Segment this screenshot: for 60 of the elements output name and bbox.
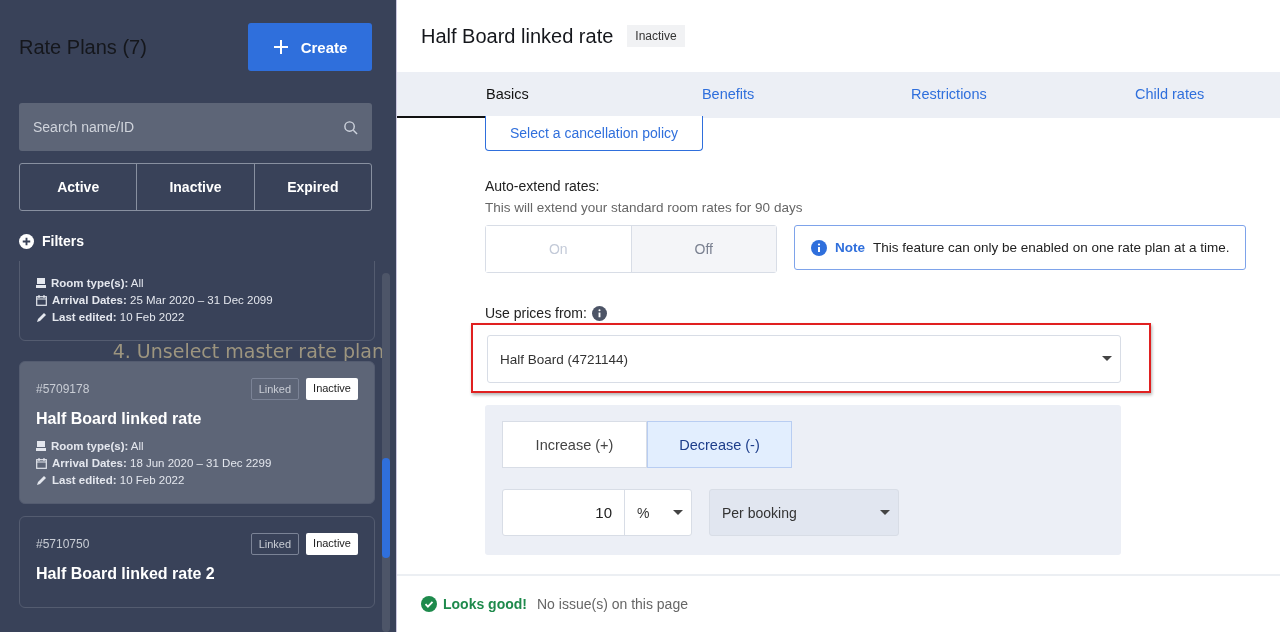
field-description: This will extend your standard room rates for 90 days [485, 200, 804, 215]
per-select[interactable]: Per booking [709, 489, 899, 536]
caret-icon [1102, 356, 1112, 362]
filters-link[interactable]: Filters [42, 233, 84, 249]
rate-plan-card[interactable]: #5710750 Linked Inactive Half Board linked rate 2 [19, 516, 375, 608]
search-field[interactable]: Search name/ID [19, 103, 372, 151]
detail-text: Last edited: 10 Feb 2022 [52, 474, 185, 486]
field-label: Auto-extend rates: [485, 178, 601, 194]
info-icon [811, 239, 827, 256]
plus-circle-icon [19, 233, 34, 249]
rate-plan-title: Half Board linked rate [36, 410, 203, 428]
sidebar-title: Rate Plans (7) [19, 35, 147, 59]
status-badge: Inactive [627, 25, 685, 47]
rate-plan-id: #5709178 [36, 382, 90, 396]
field-label: Use prices from: [485, 305, 587, 321]
cancellation-policy-button[interactable]: Select a cancellation policy [485, 116, 703, 151]
page-title: Half Board linked rate [421, 24, 614, 48]
detail-text: Arrival Dates: 25 Mar 2020 – 31 Dec 2099 [52, 294, 273, 306]
scrollbar-track[interactable] [382, 273, 390, 632]
detail-text: Last edited: 10 Feb 2022 [52, 311, 185, 323]
detail-text: Room type(s): All [51, 277, 144, 289]
status-badge: Inactive [306, 378, 358, 400]
status-tab[interactable]: Active [20, 164, 137, 210]
rate-plan-card[interactable]: #5709178 Linked Inactive Half Board linked rate Room type(s): All Arrival Dates: 18 Jun 2020 – 31 Dec 2299 Last edited: 10 Feb 2022 [19, 361, 375, 504]
plus-icon [272, 39, 289, 55]
search-icon [343, 119, 358, 135]
tab[interactable]: Restrictions [838, 72, 1060, 118]
status-text: Looks good! [443, 596, 527, 612]
note-text: This feature can only be enabled on one rate plan at a time. [873, 240, 1230, 255]
pencil-icon [36, 311, 47, 323]
create-button[interactable]: Create [248, 23, 372, 71]
status-badge: Linked [250, 378, 300, 400]
info-icon [591, 305, 607, 321]
note-title: Note [835, 240, 865, 255]
status-badge: Linked [250, 533, 300, 555]
tab[interactable]: Benefits [617, 72, 839, 118]
check-circle-icon [421, 596, 437, 612]
status-message: No issue(s) on this page [537, 596, 688, 612]
caret-icon [880, 509, 890, 516]
bed-icon [36, 441, 46, 451]
tab[interactable]: Child rates [1059, 72, 1280, 118]
price-source-select[interactable]: Half Board (4721144) [487, 335, 1121, 383]
calendar-icon [36, 457, 47, 469]
toggle-option[interactable]: Off [630, 226, 776, 272]
rate-plan-id: #5710750 [36, 537, 90, 551]
calendar-icon [36, 294, 47, 306]
bed-icon [36, 278, 46, 288]
detail-text: Arrival Dates: 18 Jun 2020 – 31 Dec 2299 [52, 457, 272, 469]
toggle-option[interactable]: Increase (+) [502, 421, 647, 468]
pencil-icon [36, 474, 47, 486]
detail-text: Room type(s): All [51, 440, 144, 452]
status-badge: Inactive [306, 533, 358, 555]
annotation-text: 4. Unselect master rate plan [112, 341, 384, 361]
status-tab[interactable]: Inactive [136, 164, 254, 210]
scrollbar-thumb[interactable] [382, 458, 390, 558]
status-tab[interactable]: Expired [253, 164, 371, 210]
rate-plan-title: Half Board linked rate 2 [36, 565, 216, 583]
search-input[interactable]: Search name/ID [31, 118, 343, 136]
rate-plan-card[interactable]: Room type(s): All Arrival Dates: 25 Mar 2020 – 31 Dec 2099 Last edited: 10 Feb 2022 [19, 261, 375, 341]
toggle-option[interactable]: Decrease (-) [647, 421, 792, 468]
